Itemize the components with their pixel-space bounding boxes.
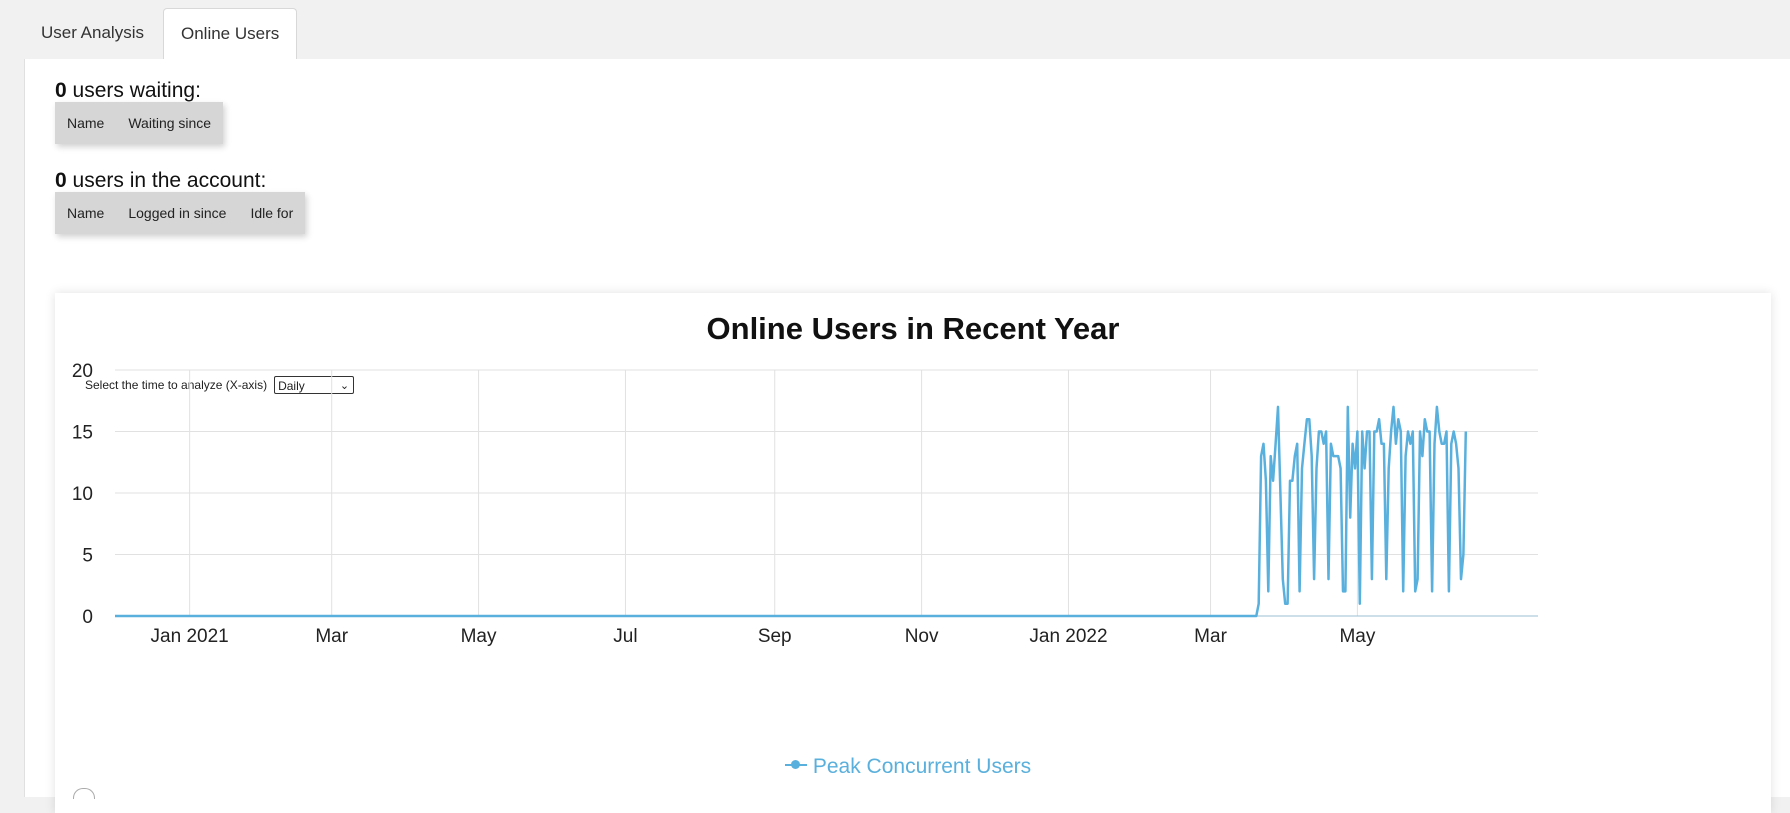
y-tick-label: 5: [82, 546, 93, 567]
y-tick-label: 20: [72, 361, 93, 382]
chart-legend[interactable]: Peak Concurrent Users: [25, 755, 1790, 779]
series-line-peak-concurrent-users: [115, 405, 1468, 618]
y-tick-label: 15: [72, 423, 93, 444]
x-tick-label: Jul: [613, 626, 637, 647]
x-tick-label: Sep: [758, 626, 792, 647]
tab-bar: User Analysis Online Users: [24, 8, 298, 60]
x-tick-label: Mar: [1194, 626, 1227, 647]
tab-user-analysis[interactable]: User Analysis: [24, 8, 161, 59]
x-tick-label: May: [461, 626, 497, 647]
x-tick-label: Jan 2022: [1029, 626, 1107, 647]
legend-marker-icon: [784, 760, 807, 770]
online-users-panel: 0 users waiting: Name Waiting since 0 us…: [24, 59, 1790, 813]
x-tick-label: May: [1339, 626, 1375, 647]
y-tick-label: 10: [72, 484, 93, 505]
y-tick-label: 0: [82, 607, 93, 628]
x-tick-label: Jan 2021: [151, 626, 229, 647]
x-tick-label: Mar: [315, 626, 348, 647]
chart-credits-icon: [73, 788, 95, 799]
legend-label: Peak Concurrent Users: [812, 755, 1032, 778]
x-tick-label: Nov: [905, 626, 939, 647]
online-users-line-chart: 0 5 10 15 20 Jan 2021 Mar May Jul Sep Nov Jan 2022 M…: [72, 361, 1538, 647]
tab-online-users[interactable]: Online Users: [162, 8, 298, 60]
